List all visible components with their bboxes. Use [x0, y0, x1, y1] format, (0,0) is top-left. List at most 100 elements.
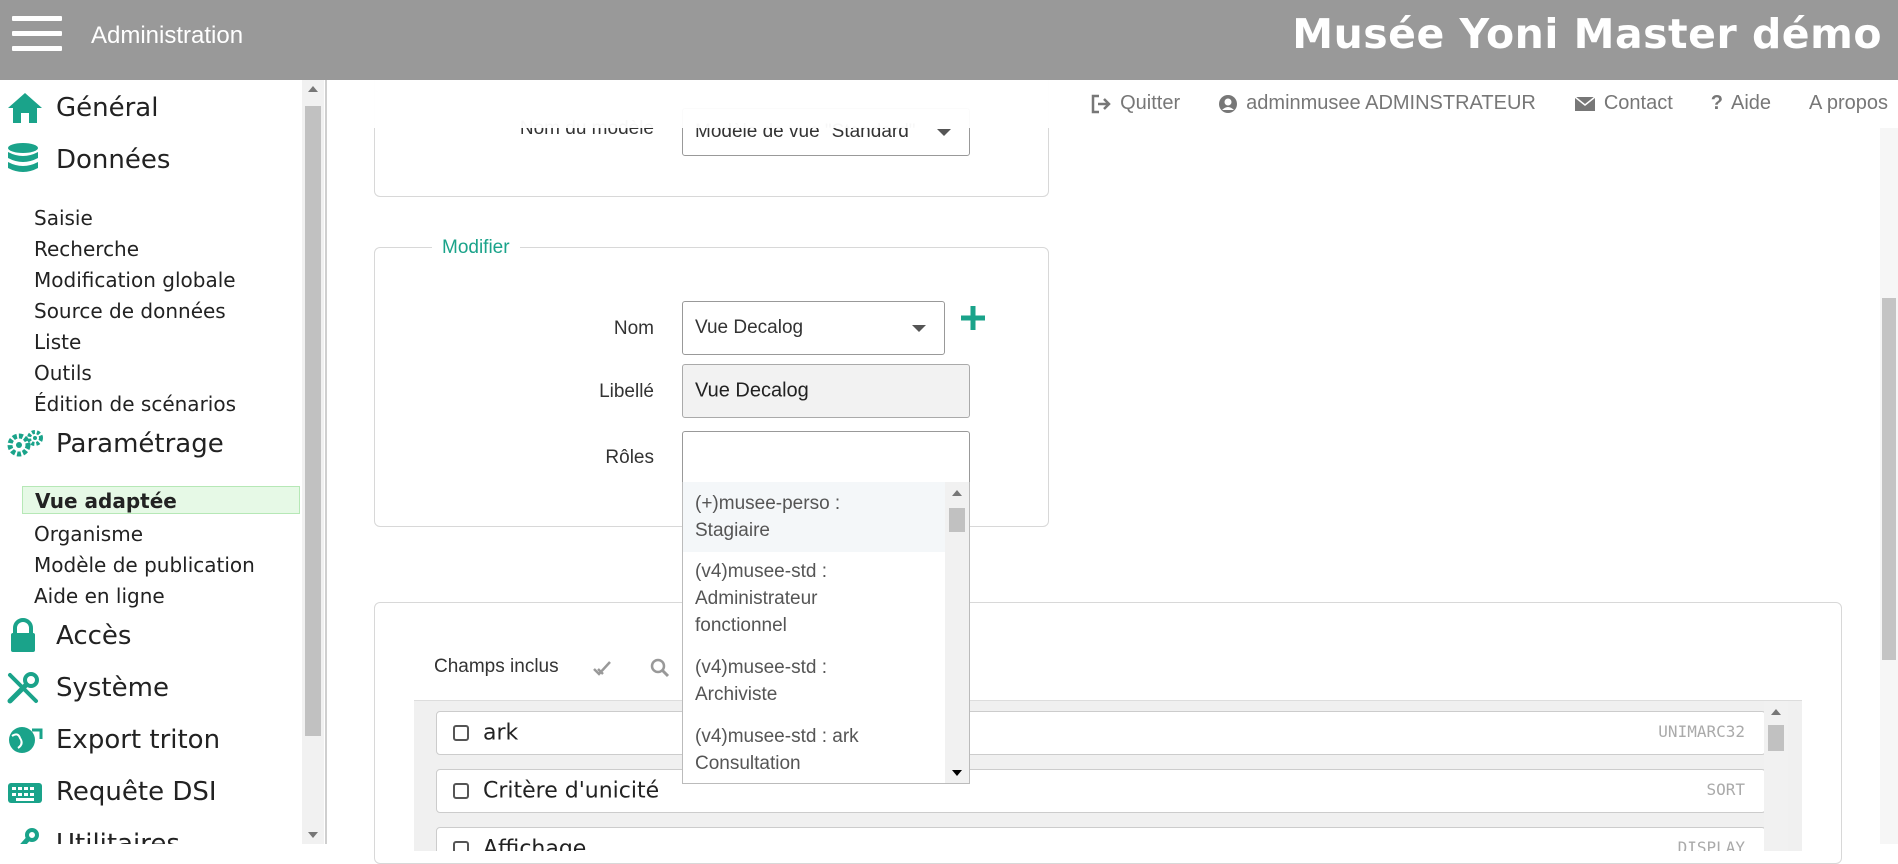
- quit-link[interactable]: Quitter: [1090, 92, 1180, 115]
- scroll-down-arrow-icon[interactable]: [952, 770, 962, 776]
- field-checkbox[interactable]: [453, 783, 469, 799]
- sidebar-item-modification-globale[interactable]: Modification globale: [34, 268, 236, 292]
- role-option-line: Consultation: [695, 753, 801, 774]
- role-option-line: (v4)musee-std :: [695, 561, 827, 582]
- home-icon: [8, 93, 42, 123]
- sidebar-section-label: Système: [56, 673, 169, 703]
- about-link[interactable]: A propos: [1809, 92, 1888, 115]
- sidebar-section-label: Utilitaires: [56, 829, 180, 844]
- libelle-input[interactable]: Vue Decalog: [682, 364, 970, 418]
- role-option-line: Stagiaire: [695, 520, 770, 541]
- sidebar-section-export-triton[interactable]: Export triton: [0, 718, 300, 762]
- field-checkbox[interactable]: [453, 841, 469, 851]
- sidebar-scrollbar[interactable]: [302, 80, 324, 844]
- lock-icon: [11, 618, 35, 652]
- libelle-label: Libellé: [599, 381, 654, 402]
- sidebar-item-liste[interactable]: Liste: [34, 330, 81, 354]
- sidebar-item-source-de-donnees[interactable]: Source de données: [34, 299, 226, 323]
- modify-legend: Modifier: [432, 237, 520, 259]
- help-label: Aide: [1731, 92, 1772, 114]
- field-name: Critère d'unicité: [483, 778, 660, 804]
- about-label: A propos: [1809, 92, 1888, 114]
- contact-label: Contact: [1603, 92, 1673, 114]
- question-icon: ?: [1710, 92, 1724, 114]
- field-checkbox[interactable]: [453, 725, 469, 741]
- sidebar-item-outils[interactable]: Outils: [34, 361, 92, 385]
- app-title: Musée Yoni Master démo: [1292, 10, 1882, 58]
- sidebar-section-parametrage[interactable]: Paramétrage: [0, 422, 300, 466]
- hamburger-icon[interactable]: [12, 16, 62, 56]
- fields-list: ark UNIMARC32 Critère d'unicité SORT Aff…: [414, 700, 1802, 851]
- field-row[interactable]: Affichage DISPLAY: [436, 827, 1766, 851]
- sidebar-section-general[interactable]: Général: [0, 86, 300, 130]
- quit-label: Quitter: [1120, 92, 1181, 114]
- contact-link[interactable]: Contact: [1574, 92, 1673, 115]
- user-label: adminmusee ADMINSTRATEUR: [1246, 92, 1536, 114]
- role-option[interactable]: (v4)musee-std : Archiviste: [683, 648, 945, 717]
- scrollbar-thumb[interactable]: [949, 508, 965, 532]
- field-name: ark: [483, 720, 519, 746]
- sidebar-section-acces[interactable]: Accès: [0, 614, 300, 658]
- scroll-up-arrow-icon[interactable]: [952, 490, 962, 496]
- tools-icon: [20, 828, 39, 844]
- libelle-value: Vue Decalog: [695, 379, 809, 402]
- chevron-down-icon: [937, 129, 951, 136]
- sidebar-section-label: Général: [56, 93, 159, 123]
- sidebar-item-organisme[interactable]: Organisme: [34, 522, 143, 546]
- roles-multiselect[interactable]: [682, 431, 970, 483]
- champs-inclus-label: Champs inclus: [434, 656, 559, 677]
- scroll-down-arrow-icon[interactable]: [308, 832, 318, 838]
- check-all-icon[interactable]: [592, 658, 614, 678]
- sidebar-item-vue-adaptee[interactable]: Vue adaptée: [22, 486, 300, 514]
- keyboard-icon: [8, 783, 42, 803]
- wrench-icon: [7, 672, 39, 704]
- role-option-line: (v4)musee-std :: [695, 657, 827, 678]
- sidebar-section-label: Accès: [56, 621, 132, 651]
- field-row[interactable]: Critère d'unicité SORT: [436, 769, 1766, 813]
- role-option[interactable]: (+)musee-perso : Stagiaire: [683, 482, 945, 552]
- sidebar-section-label: Données: [56, 145, 171, 175]
- sidebar-item-edition-de-scenarios[interactable]: Édition de scénarios: [34, 392, 236, 416]
- user-circle-icon: [1219, 94, 1238, 113]
- nom-select[interactable]: Vue Decalog: [682, 301, 945, 355]
- sidebar-item-label: Vue adaptée: [35, 489, 177, 513]
- sign-out-icon: [1091, 94, 1111, 113]
- add-view-button[interactable]: [958, 303, 988, 333]
- field-row[interactable]: ark UNIMARC32: [436, 711, 1766, 755]
- main-scrollbar[interactable]: [1880, 128, 1898, 844]
- scroll-up-arrow-icon[interactable]: [1771, 709, 1781, 715]
- sidebar-section-donnees[interactable]: Données: [0, 138, 300, 182]
- envelope-icon: [1574, 95, 1596, 111]
- sidebar-section-label: Export triton: [56, 725, 221, 755]
- sidebar-item-recherche[interactable]: Recherche: [34, 237, 139, 261]
- scroll-up-arrow-icon[interactable]: [308, 86, 318, 92]
- sidebar-item-saisie[interactable]: Saisie: [34, 206, 93, 230]
- scrollbar-thumb[interactable]: [1882, 298, 1896, 660]
- sidebar-section-utilitaires[interactable]: Utilitaires: [0, 822, 300, 844]
- sidebar-section-label: Requête DSI: [56, 777, 217, 807]
- role-option-line: Administrateur: [695, 588, 818, 609]
- role-option-line: (v4)musee-std : ark: [695, 726, 859, 747]
- field-code: SORT: [1706, 780, 1745, 799]
- sidebar-section-requete-dsi[interactable]: Requête DSI: [0, 770, 300, 814]
- fields-list-scrollbar[interactable]: [1764, 701, 1788, 851]
- database-icon: [8, 143, 38, 172]
- role-option-line: Archiviste: [695, 684, 778, 705]
- globe-export-icon: [9, 727, 43, 753]
- section-title: Administration: [91, 22, 244, 49]
- scrollbar-thumb[interactable]: [305, 106, 321, 736]
- search-icon[interactable]: [650, 658, 670, 678]
- role-option-line: (+)musee-perso :: [695, 493, 841, 514]
- roles-dropdown-scrollbar[interactable]: [945, 482, 969, 783]
- scrollbar-thumb[interactable]: [1768, 725, 1784, 751]
- role-option[interactable]: (v4)musee-std : ark Consultation: [683, 717, 945, 783]
- role-option[interactable]: (v4)musee-std : Administrateur fonctionn…: [683, 552, 945, 648]
- sidebar-item-modele-de-publication[interactable]: Modèle de publication: [34, 553, 255, 577]
- help-link[interactable]: ? Aide: [1711, 92, 1771, 115]
- sidebar-divider: [325, 80, 327, 844]
- user-link[interactable]: adminmusee ADMINSTRATEUR: [1218, 92, 1536, 115]
- sidebar-item-aide-en-ligne[interactable]: Aide en ligne: [34, 584, 165, 608]
- gears-icon: [7, 430, 43, 457]
- role-option-line: fonctionnel: [695, 615, 787, 636]
- sidebar-section-systeme[interactable]: Système: [0, 666, 300, 710]
